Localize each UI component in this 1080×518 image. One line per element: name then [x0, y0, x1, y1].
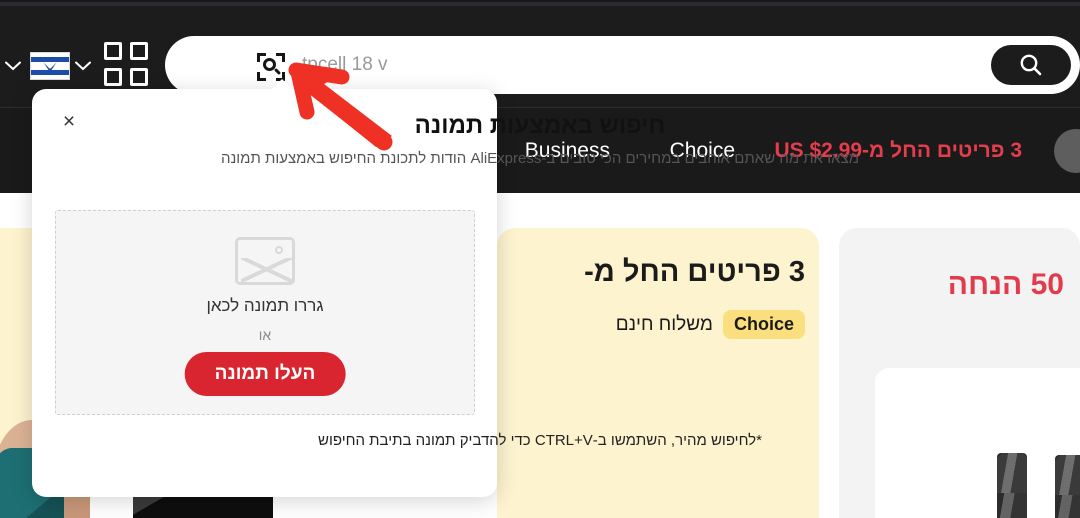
promo-banner-title: 3 פריטים החל מ- [584, 256, 805, 288]
choice-badge: Choice [722, 310, 805, 339]
dropzone-drag-text: גררו תמונה לכאן [206, 296, 324, 315]
image-dropzone[interactable]: גררו תמונה לכאן או העלו תמונה [55, 210, 475, 415]
chevron-down-icon-secondary [70, 42, 96, 90]
free-shipping-label: משלוח חינם [615, 313, 713, 335]
search-bar[interactable] [165, 36, 1080, 94]
popup-title: חיפוש באמצעות תמונה [414, 112, 666, 139]
language-region-selector[interactable] [0, 42, 96, 90]
image-placeholder-icon [235, 237, 295, 285]
search-input[interactable] [280, 36, 980, 94]
promo-banner-choice[interactable]: 3 פריטים החל מ- Choice משלוח חינם [497, 228, 1080, 518]
image-search-camera-icon[interactable] [257, 53, 285, 81]
popup-subtitle: מצאו את מה שאתם אוהבים במחירים הכי טובים… [220, 150, 860, 167]
browser-chrome-edge [0, 0, 1080, 2]
promo-banner-subtitle: Choice משלוח חינם [616, 310, 805, 339]
upload-image-button[interactable]: העלו תמונה [184, 352, 346, 396]
search-magnifier-icon [1020, 54, 1042, 76]
popup-hint-text: *לחיפוש מהיר, השתמשו ב-CTRL+V כדי להדביק… [318, 432, 762, 449]
discount-title: 50 הנחה [947, 268, 1064, 301]
qr-code-icon[interactable] [104, 42, 148, 86]
israel-flag-icon [30, 52, 70, 80]
dropzone-or-text: או [258, 327, 272, 343]
chevron-down-icon [0, 42, 26, 90]
promo-card-discount[interactable]: 50 הנחה [839, 228, 1080, 518]
user-avatar[interactable] [1054, 129, 1080, 173]
search-button[interactable] [991, 45, 1071, 85]
